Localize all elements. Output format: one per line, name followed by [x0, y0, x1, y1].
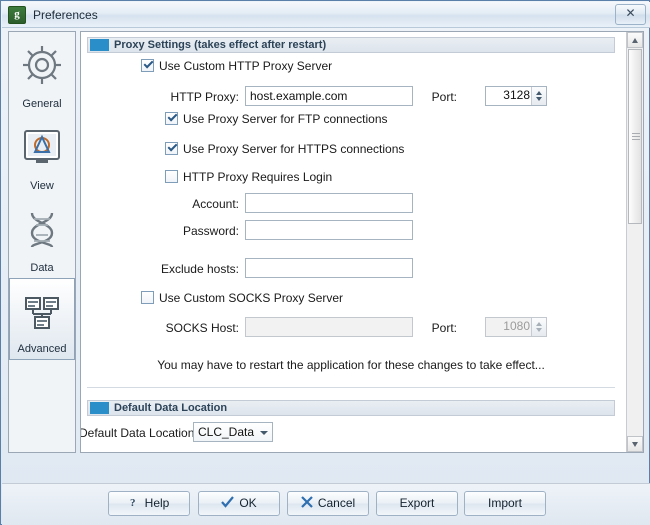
scroll-up-arrow[interactable]	[627, 32, 643, 48]
help-button-label: Help	[144, 496, 170, 510]
cancel-button[interactable]: Cancel	[287, 491, 369, 516]
scroll-grip-icon	[632, 132, 640, 141]
panel-scrollbar[interactable]	[626, 32, 643, 452]
cross-icon	[301, 493, 313, 516]
category-sidebar: General View Data Advanced	[8, 31, 76, 453]
default-data-location-label: Default Data Location:	[80, 426, 198, 440]
window-controls: ✕	[613, 4, 646, 25]
import-button-label: Import	[487, 496, 522, 510]
sidebar-item-view[interactable]: View	[9, 114, 75, 196]
advanced-icon	[19, 289, 65, 335]
default-data-location-combo[interactable]: CLC_Data	[193, 422, 273, 442]
divider	[87, 387, 615, 388]
port-label: Port:	[431, 90, 457, 104]
account-label: Account:	[192, 197, 239, 211]
http-proxy-label: HTTP Proxy:	[170, 90, 239, 104]
sidebar-label-data: Data	[30, 262, 54, 274]
check-icon	[221, 493, 235, 516]
import-button[interactable]: Import	[464, 491, 546, 516]
ftp-proxy-label: Use Proxy Server for FTP connections	[183, 112, 388, 126]
use-socks-proxy-label: Use Custom SOCKS Proxy Server	[159, 291, 344, 305]
group-title-default-data-location: Default Data Location	[114, 402, 228, 414]
socks-host-label: SOCKS Host:	[165, 321, 239, 335]
use-custom-http-proxy-label: Use Custom HTTP Proxy Server	[159, 59, 333, 73]
exclude-hosts-label: Exclude hosts:	[160, 262, 239, 276]
sidebar-item-advanced[interactable]: Advanced	[9, 278, 75, 360]
ok-button-label: OK	[239, 496, 257, 510]
use-socks-proxy-checkbox[interactable]	[141, 291, 154, 304]
socks-host-input[interactable]	[245, 317, 413, 337]
http-proxy-port-spinner[interactable]: 3128	[485, 86, 547, 106]
proxy-requires-login-checkbox[interactable]	[165, 170, 178, 183]
help-button[interactable]: ? Help	[108, 491, 190, 516]
sidebar-label-general: General	[22, 98, 62, 110]
http-proxy-input[interactable]: host.example.com	[245, 86, 413, 106]
account-input[interactable]	[245, 193, 413, 213]
sidebar-item-data[interactable]: Data	[9, 196, 75, 278]
ftp-proxy-checkbox[interactable]	[165, 112, 178, 125]
dialog-button-bar: ? Help OK Cancel Export Import	[2, 483, 650, 525]
group-marker-icon	[90, 39, 109, 51]
chevron-down-icon	[260, 431, 268, 435]
question-icon: ?	[129, 493, 140, 516]
restart-note: You may have to restart the application …	[157, 358, 545, 372]
close-button[interactable]: ✕	[615, 4, 646, 25]
clc-logo-icon: g	[8, 5, 26, 24]
sidebar-label-view: View	[30, 180, 54, 192]
socks-port-label: Port:	[431, 321, 457, 335]
gear-icon	[19, 42, 65, 88]
scroll-down-arrow[interactable]	[627, 436, 643, 452]
sidebar-label-advanced: Advanced	[17, 343, 67, 355]
cancel-button-label: Cancel	[317, 496, 356, 510]
group-header-default-data-location: Default Data Location	[87, 400, 615, 416]
group-marker-icon	[90, 402, 109, 414]
view-icon	[19, 124, 65, 170]
default-data-location-value: CLC_Data	[198, 425, 255, 439]
https-proxy-checkbox[interactable]	[165, 142, 178, 155]
exclude-hosts-input[interactable]	[245, 258, 413, 278]
scroll-thumb[interactable]	[628, 49, 642, 224]
dna-icon	[19, 206, 65, 252]
ok-button[interactable]: OK	[198, 491, 280, 516]
sidebar-item-general[interactable]: General	[9, 32, 75, 114]
socks-port-value: 1080	[503, 319, 530, 333]
http-proxy-port-value: 3128	[503, 88, 530, 102]
socks-port-spinner[interactable]: 1080	[485, 317, 547, 337]
close-icon: ✕	[625, 6, 636, 20]
group-header-ncbi-blast: NCBI BLAST	[87, 452, 615, 453]
window-title: Preferences	[33, 7, 98, 22]
password-input[interactable]	[245, 220, 413, 240]
use-custom-http-proxy-checkbox[interactable]	[141, 59, 154, 72]
port-spinner-buttons[interactable]	[531, 87, 546, 105]
preferences-window: g Preferences ✕ General View Data Advanc…	[0, 0, 650, 525]
https-proxy-label: Use Proxy Server for HTTPS connections	[183, 142, 405, 156]
password-label: Password:	[182, 224, 239, 238]
group-title-proxy: Proxy Settings (takes effect after resta…	[114, 39, 327, 51]
socks-port-spinner-buttons[interactable]	[531, 318, 546, 336]
settings-panel: Proxy Settings (takes effect after resta…	[80, 31, 644, 453]
svg-text:?: ?	[130, 497, 136, 508]
export-button[interactable]: Export	[376, 491, 458, 516]
proxy-requires-login-label: HTTP Proxy Requires Login	[183, 170, 333, 184]
export-button-label: Export	[399, 496, 435, 510]
group-header-proxy: Proxy Settings (takes effect after resta…	[87, 37, 615, 53]
title-bar: g Preferences ✕	[2, 2, 650, 28]
preferences-content: General View Data Advanced Proxy Setting…	[2, 28, 650, 483]
